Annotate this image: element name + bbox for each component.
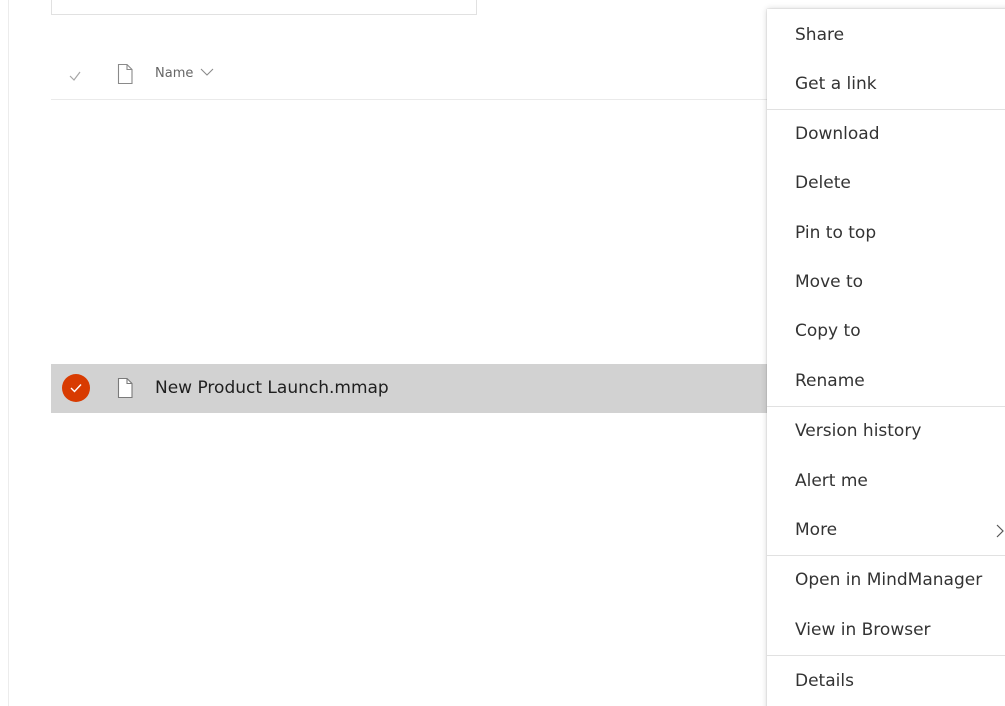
select-all-checkmark-icon[interactable] [67, 63, 83, 87]
menu-item-delete[interactable]: Delete [767, 159, 1005, 208]
file-type-icon[interactable] [116, 63, 134, 85]
context-menu: Share Get a link Download Delete Pin to … [767, 9, 1005, 706]
menu-item-copy-to[interactable]: Copy to [767, 307, 1005, 356]
page: Name New Product Launch.mmap Share Get a… [0, 0, 1005, 706]
menu-item-version-history[interactable]: Version history [767, 407, 1005, 456]
menu-item-move-to[interactable]: Move to [767, 258, 1005, 307]
table-row[interactable]: New Product Launch.mmap [51, 364, 771, 413]
name-column-header[interactable]: Name [155, 66, 214, 81]
menu-item-download[interactable]: Download [767, 110, 1005, 159]
file-icon [116, 377, 134, 399]
chevron-down-icon [200, 66, 214, 81]
menu-item-share[interactable]: Share [767, 11, 1005, 60]
menu-item-rename[interactable]: Rename [767, 357, 1005, 406]
row-checked-icon[interactable] [62, 374, 90, 402]
menu-item-alert-me[interactable]: Alert me [767, 457, 1005, 506]
menu-item-pin-to-top[interactable]: Pin to top [767, 209, 1005, 258]
chevron-right-icon [995, 506, 1005, 555]
menu-item-get-a-link[interactable]: Get a link [767, 60, 1005, 109]
name-column-label: Name [155, 66, 194, 81]
list-header: Name [51, 50, 771, 100]
menu-item-more-label: More [795, 520, 838, 540]
search-box[interactable] [51, 0, 477, 15]
file-name[interactable]: New Product Launch.mmap [155, 378, 389, 398]
menu-divider [767, 655, 1005, 656]
menu-item-more[interactable]: More [767, 506, 1005, 555]
menu-item-view-in-browser[interactable]: View in Browser [767, 606, 1005, 655]
menu-item-open-in-mindmanager[interactable]: Open in MindManager [767, 556, 1005, 605]
menu-item-details[interactable]: Details [767, 657, 1005, 706]
left-border [8, 0, 9, 706]
